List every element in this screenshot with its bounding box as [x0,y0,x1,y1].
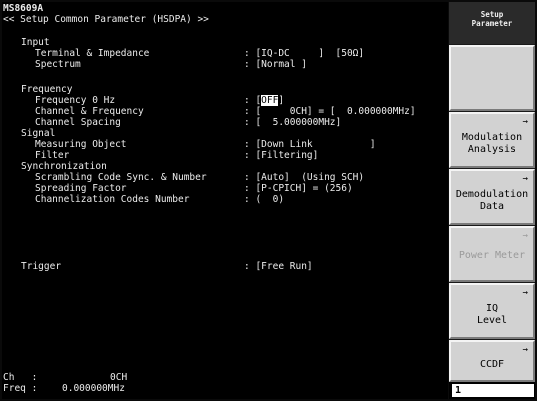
softkey-title-line1: Setup [480,10,504,19]
freq0-label: Frequency 0 Hz [35,95,116,106]
footer-freq-value: 0.000000MHz [62,383,125,394]
softkey-menu-title: Setup Parameter [449,2,535,44]
softkey-panel: Setup Parameter → Modulation Analysis → … [449,2,535,399]
softkey-power-meter[interactable]: → Power Meter [449,226,535,282]
spacing-value[interactable]: : [ 5.000000MHz] [244,117,341,128]
arrow-right-icon: → [522,288,528,298]
freq0-prefix: : [ [244,95,262,106]
model-name: MS8609A [3,3,44,14]
object-value[interactable]: : [Down Link ] [244,139,376,150]
modulation-analysis-label: Modulation Analysis [461,132,523,155]
softkey-ccdf[interactable]: → CCDF [449,340,535,382]
sync-heading: Synchronization [21,161,107,172]
ccdf-label: CCDF [479,359,505,370]
softkey-modulation-analysis[interactable]: → Modulation Analysis [449,112,535,168]
arrow-right-icon: → [522,231,528,241]
power-meter-label: Power Meter [458,250,526,261]
arrow-right-icon: → [522,117,528,127]
trigger-label: Trigger [21,261,62,272]
filter-value[interactable]: : [Filtering] [244,150,318,161]
softkey-blank[interactable] [449,45,535,111]
scrambling-value[interactable]: : [Auto] (Using SCH) [244,172,364,183]
channelization-value[interactable]: : ( 0) [244,194,284,205]
footer-ch-value: 0CH [110,372,128,383]
main-display: MS8609A << Setup Common Parameter (HSDPA… [2,2,448,399]
page-indicator: 1 [449,382,535,399]
trigger-value[interactable]: : [Free Run] [244,261,313,272]
input-heading: Input [21,37,50,48]
softkey-iq-level[interactable]: → IQ Level [449,283,535,339]
page-number: 1 [452,384,534,397]
spectrum-value[interactable]: : [Normal ] [244,59,307,70]
spreading-label: Spreading Factor [35,183,127,194]
freq0-field[interactable]: : [OFF] [244,95,284,106]
spreading-value[interactable]: : [P-CPICH] = (256) [244,183,353,194]
frequency-heading: Frequency [21,84,73,95]
spacing-label: Channel Spacing [35,117,121,128]
iq-level-label: IQ Level [476,303,508,326]
demodulation-data-label: Demodulation Data [455,189,529,212]
page-title: << Setup Common Parameter (HSDPA) >> [3,14,209,25]
softkey-demodulation-data[interactable]: → Demodulation Data [449,169,535,225]
signal-heading: Signal [21,128,56,139]
instrument-screen: MS8609A << Setup Common Parameter (HSDPA… [0,0,537,401]
terminal-value[interactable]: : [IQ-DC ] [50Ω] [244,48,364,59]
channel-label: Channel & Frequency [35,106,144,117]
object-label: Measuring Object [35,139,127,150]
footer-ch-label: Ch : [3,372,38,383]
filter-label: Filter [35,150,70,161]
channelization-label: Channelization Codes Number [35,194,190,205]
arrow-right-icon: → [522,345,528,355]
freq0-value[interactable]: OFF [261,95,279,106]
scrambling-label: Scrambling Code Sync. & Number [35,172,207,183]
arrow-right-icon: → [522,174,528,184]
channel-value[interactable]: : [ 0CH] = [ 0.000000MHz] [244,106,416,117]
terminal-label: Terminal & Impedance [35,48,150,59]
spectrum-label: Spectrum [35,59,81,70]
footer-freq-label: Freq : [3,383,38,394]
softkey-title-line2: Parameter [471,19,513,28]
freq0-suffix: ] [278,95,285,106]
